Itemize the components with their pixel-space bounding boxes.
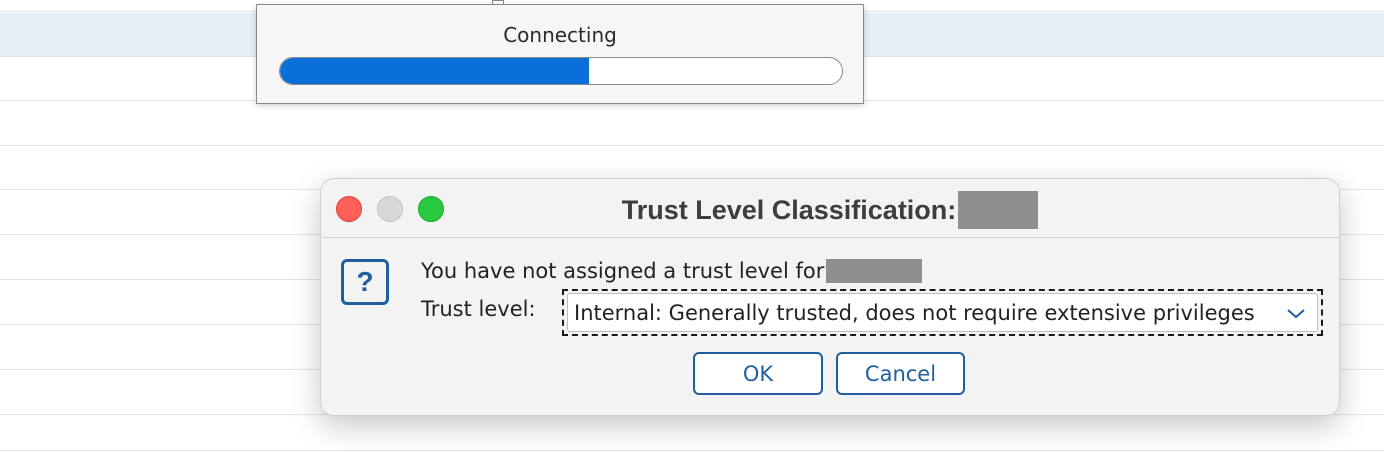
- list-row[interactable]: [0, 102, 1384, 146]
- dialog-title-text: Trust Level Classification:: [621, 194, 957, 225]
- dialog-message: You have not assigned a trust level for: [421, 257, 923, 285]
- dialog-message-text: You have not assigned a trust level for: [421, 259, 825, 283]
- ok-button[interactable]: OK: [693, 352, 823, 395]
- cancel-button[interactable]: Cancel: [836, 352, 965, 395]
- dialog-title: Trust Level Classification:: [321, 191, 1339, 229]
- trust-level-value: Internal: Generally trusted, does not re…: [574, 300, 1255, 325]
- redacted-name: [958, 191, 1039, 229]
- progress-bar: [279, 57, 843, 85]
- connecting-label: Connecting: [503, 23, 617, 47]
- title-divider: [321, 237, 1339, 238]
- trust-level-dialog: Trust Level Classification: ? You have n…: [320, 178, 1340, 416]
- chevron-down-icon: [1287, 309, 1305, 319]
- trust-level-label: Trust level:: [421, 297, 536, 321]
- trust-level-select[interactable]: Internal: Generally trusted, does not re…: [567, 293, 1318, 332]
- progress-fill: [280, 58, 590, 84]
- question-icon: ?: [341, 259, 389, 305]
- connecting-popup: Connecting: [256, 4, 864, 104]
- redacted-name: [826, 259, 923, 283]
